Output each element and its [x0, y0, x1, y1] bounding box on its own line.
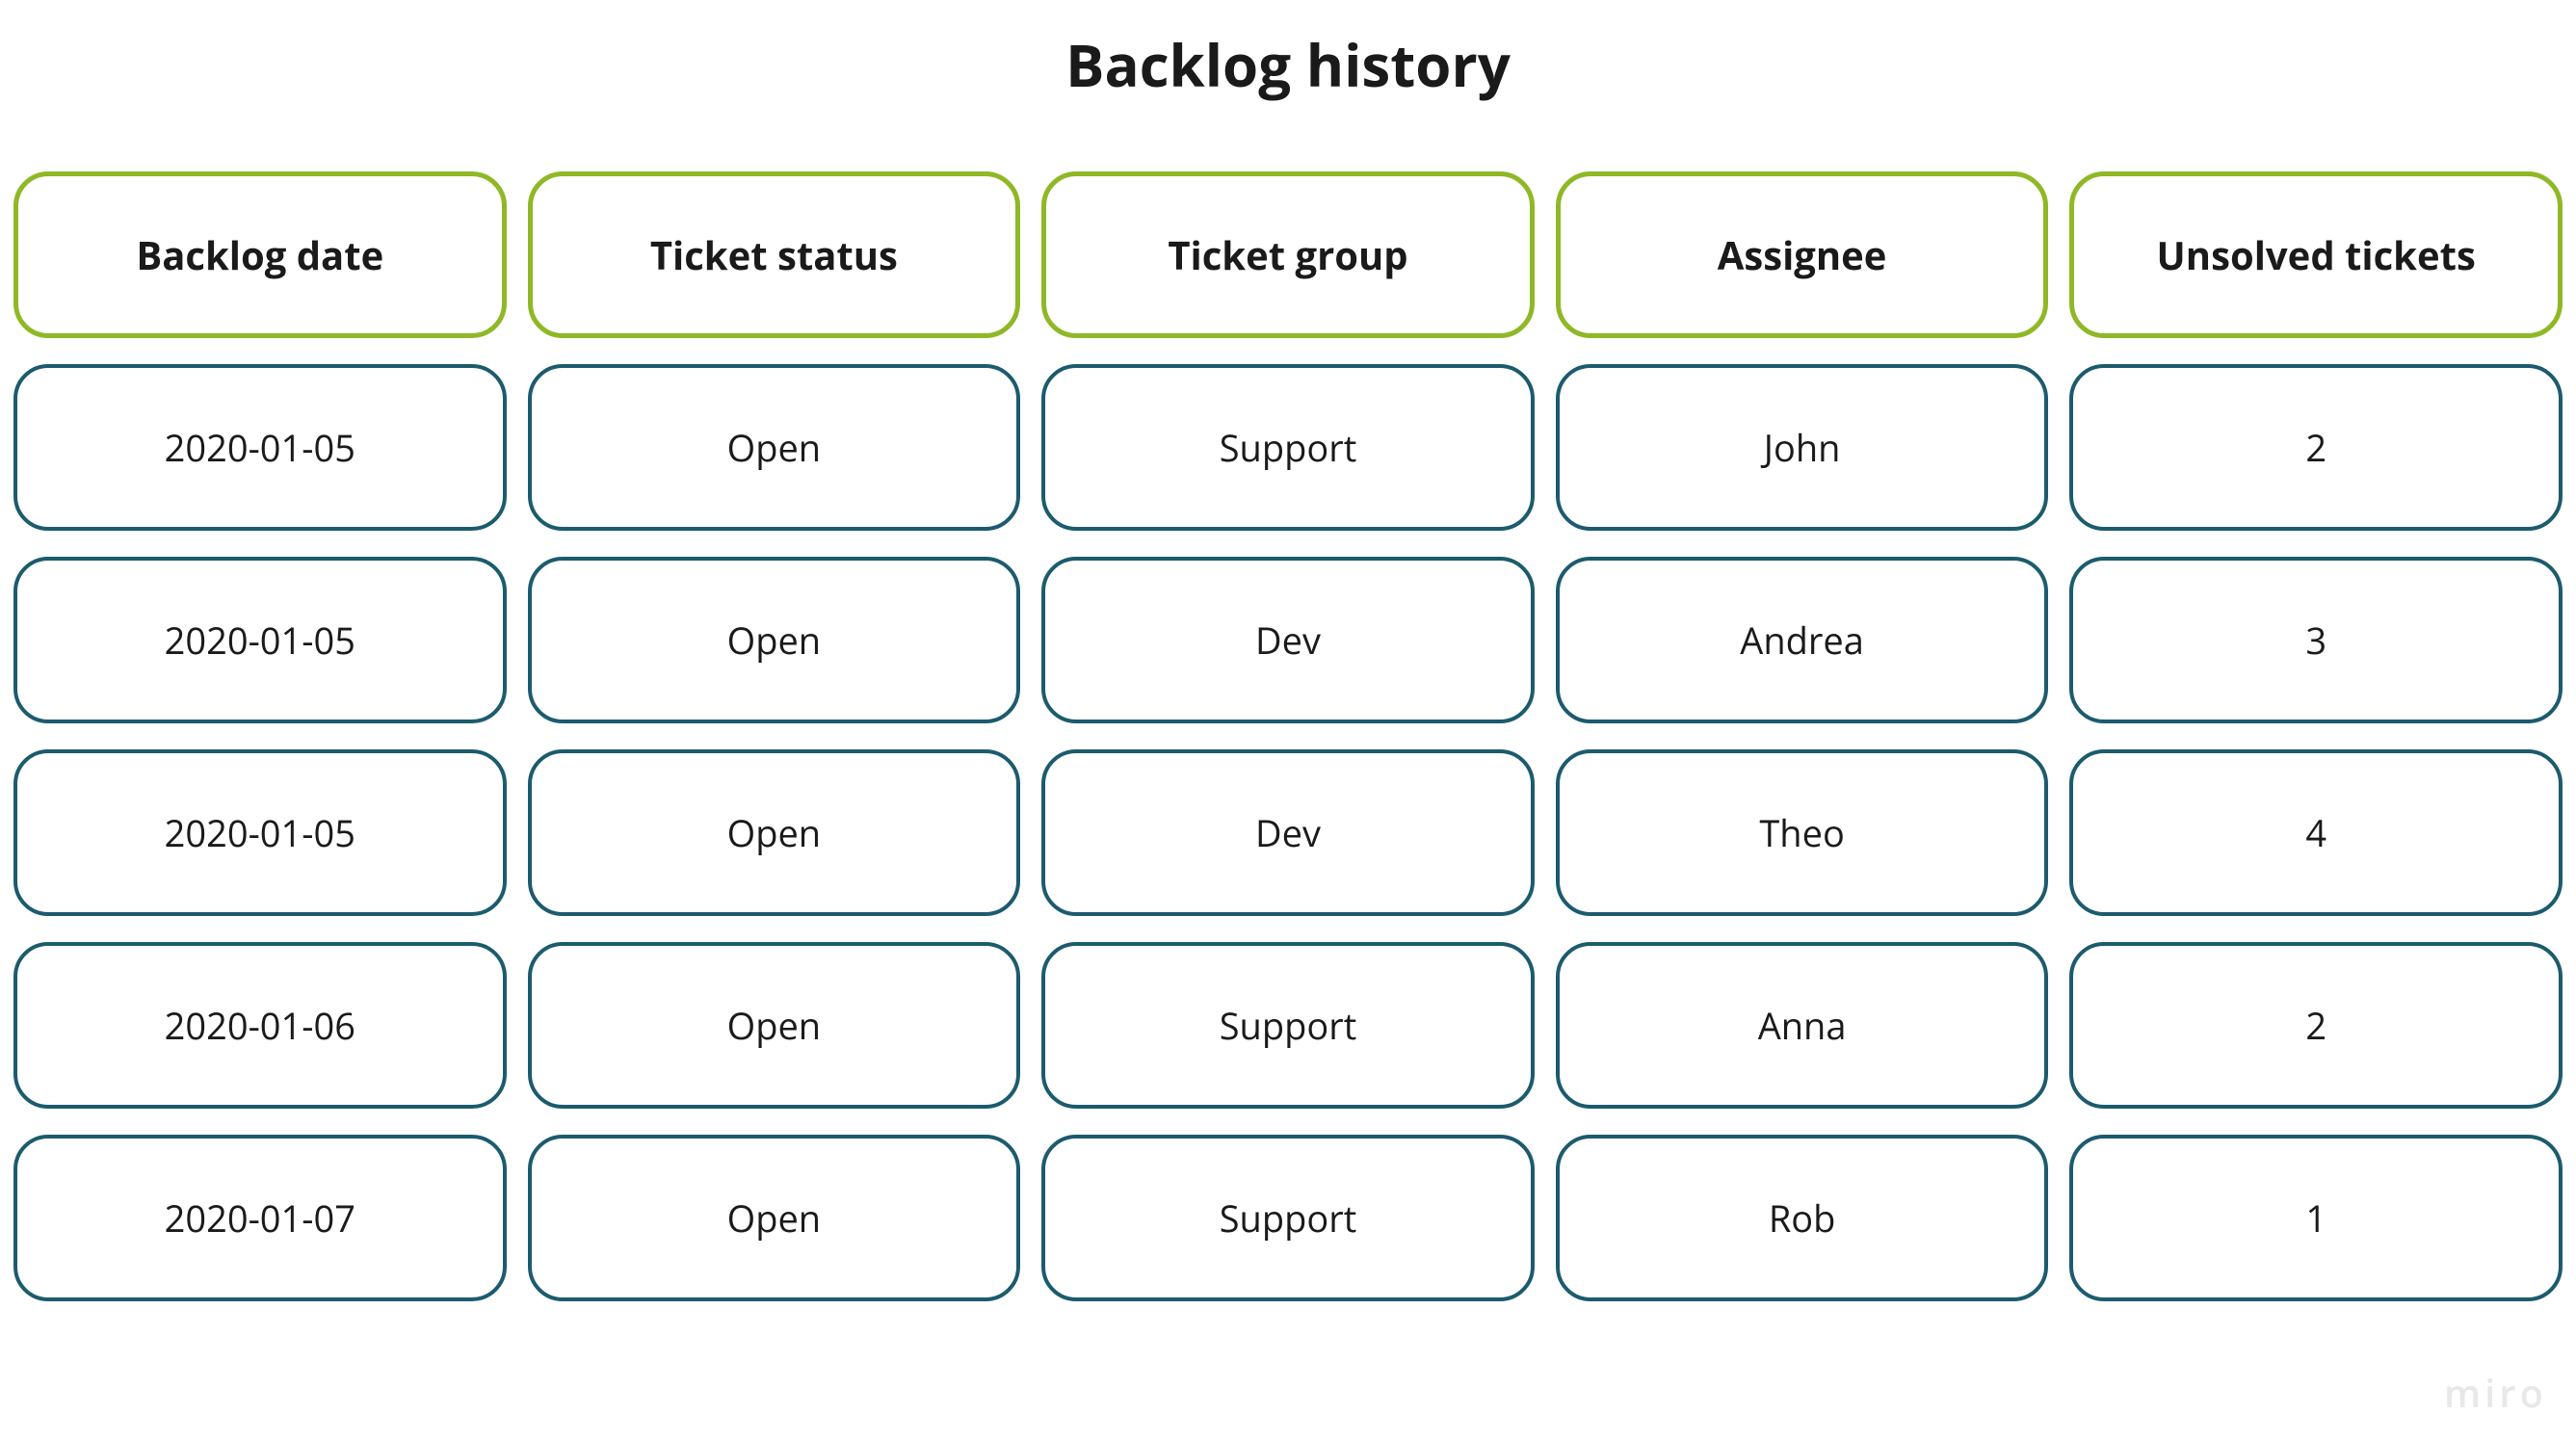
- table-cell: 3: [2069, 557, 2563, 723]
- table-cell: Dev: [1041, 749, 1535, 916]
- backlog-table: Backlog date Ticket status Ticket group …: [13, 171, 2563, 1301]
- table-cell: 2020-01-05: [13, 364, 507, 531]
- table-cell: Open: [528, 1135, 1021, 1301]
- table-cell: Support: [1041, 364, 1535, 531]
- table-cell: 2020-01-06: [13, 942, 507, 1109]
- table-cell: 2: [2069, 942, 2563, 1109]
- column-header-unsolved-tickets: Unsolved tickets: [2069, 171, 2563, 338]
- table-cell: Open: [528, 749, 1021, 916]
- column-header-assignee: Assignee: [1556, 171, 2049, 338]
- table-cell: 2: [2069, 364, 2563, 531]
- table-cell: 2020-01-05: [13, 749, 507, 916]
- column-header-backlog-date: Backlog date: [13, 171, 507, 338]
- table-cell: 2020-01-07: [13, 1135, 507, 1301]
- table-cell: Support: [1041, 1135, 1535, 1301]
- table-cell: John: [1556, 364, 2049, 531]
- table-cell: 1: [2069, 1135, 2563, 1301]
- miro-watermark: miro: [2444, 1366, 2547, 1419]
- table-cell: Dev: [1041, 557, 1535, 723]
- table-cell: Andrea: [1556, 557, 2049, 723]
- column-header-ticket-status: Ticket status: [528, 171, 1021, 338]
- table-cell: Open: [528, 942, 1021, 1109]
- column-header-ticket-group: Ticket group: [1041, 171, 1535, 338]
- table-cell: Open: [528, 557, 1021, 723]
- table-cell: Rob: [1556, 1135, 2049, 1301]
- table-cell: 2020-01-05: [13, 557, 507, 723]
- table-cell: Support: [1041, 942, 1535, 1109]
- table-cell: 4: [2069, 749, 2563, 916]
- page-title: Backlog history: [13, 25, 2563, 104]
- table-cell: Open: [528, 364, 1021, 531]
- table-cell: Theo: [1556, 749, 2049, 916]
- table-cell: Anna: [1556, 942, 2049, 1109]
